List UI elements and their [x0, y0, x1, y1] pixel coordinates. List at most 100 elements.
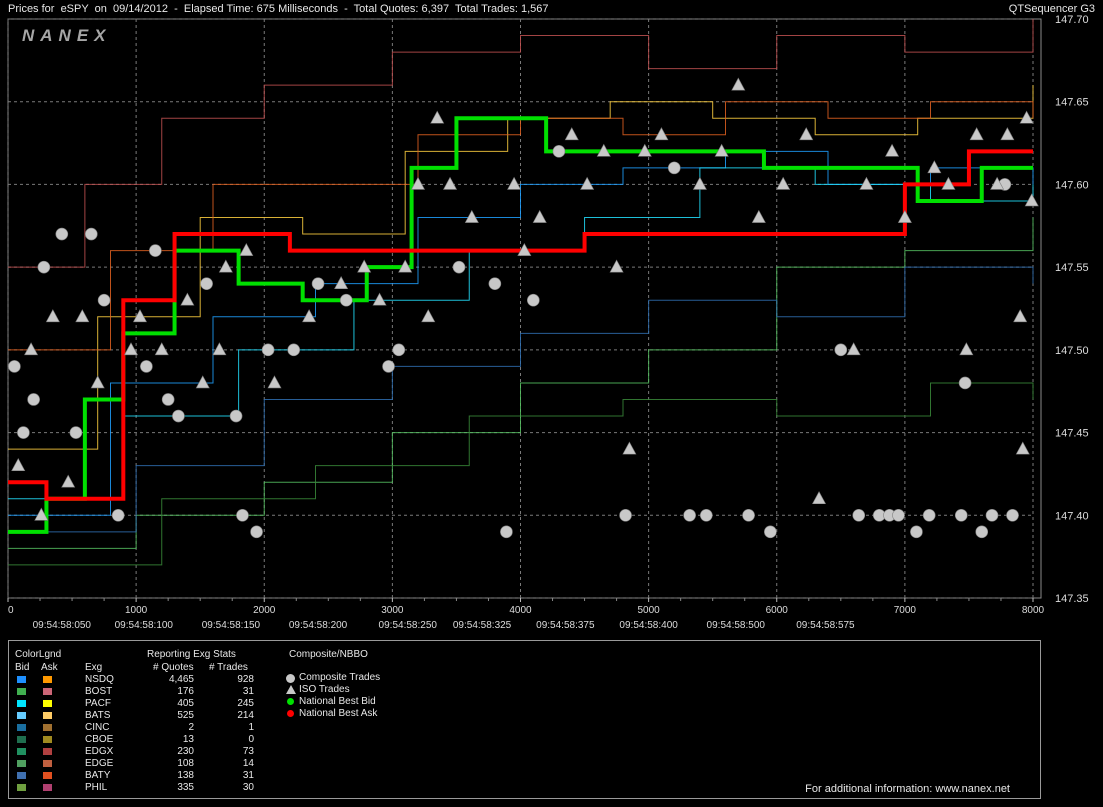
- composite-trade-point-33: [764, 525, 777, 539]
- ask-color-swatch: [43, 736, 52, 743]
- composite-trade-point-26: [527, 293, 540, 307]
- exchange-name: CBOE: [85, 734, 114, 745]
- composite-trade-point-8: [111, 508, 125, 522]
- footer-info: For additional information: www.nanex.ne…: [805, 783, 1010, 795]
- exg-header: Exg: [85, 662, 103, 673]
- exchange-name: EDGE: [85, 758, 114, 769]
- exchange-name: BATS: [85, 710, 111, 721]
- bid-color-swatch: [17, 748, 26, 755]
- x-tick-label-4: 4000: [509, 605, 532, 616]
- exchange-quotes: 525: [177, 710, 194, 721]
- legend-national-best-ask: National Best Ask: [299, 708, 378, 719]
- composite-trade-point-2: [27, 393, 40, 406]
- bid-color-swatch: [17, 784, 26, 791]
- composite-trade-point-15: [236, 508, 249, 522]
- exchange-trades: 928: [237, 674, 254, 685]
- composite-trade-point-5: [69, 426, 83, 439]
- x-tick-label-1: 1000: [125, 605, 148, 616]
- composite-trade-point-18: [287, 343, 301, 357]
- composite-trade-point-29: [667, 161, 681, 175]
- bid-color-swatch: [17, 676, 26, 683]
- exchange-trades: 14: [242, 758, 254, 769]
- quotes-header: # Quotes: [153, 662, 194, 673]
- bid-color-swatch: [17, 724, 26, 731]
- time-label-1: 09:54:58:100: [115, 620, 174, 631]
- composite-trade-point-12: [172, 409, 185, 423]
- composite-trade-point-42: [958, 376, 972, 390]
- exchange-trades: 245: [237, 698, 254, 709]
- exchange-trades: 31: [242, 770, 254, 781]
- time-label-6: 09:54:58:375: [536, 620, 595, 631]
- exchange-name: EDGX: [85, 746, 114, 757]
- ask-color-swatch: [43, 676, 52, 683]
- ask-color-swatch: [43, 700, 52, 707]
- ask-color-swatch: [43, 760, 52, 767]
- composite-trade-point-32: [742, 508, 755, 522]
- composite-trade-circle-icon: [286, 674, 295, 683]
- stats-title: Reporting Exg Stats: [147, 649, 236, 660]
- app-name: QTSequencer G3: [1008, 3, 1095, 15]
- exchange-name: NSDQ: [85, 674, 114, 685]
- y-tick-label-4: 147.55: [1055, 262, 1089, 274]
- chart-title: Prices for eSPY on 09/14/2012 - Elapsed …: [8, 3, 549, 15]
- composite-trade-point-43: [975, 525, 989, 539]
- composite-trade-point-39: [910, 525, 923, 539]
- composite-trade-point-28: [619, 508, 632, 522]
- color-legend-title: ColorLgnd: [15, 649, 62, 660]
- time-label-5: 09:54:58:325: [453, 620, 512, 631]
- bid-color-swatch: [17, 736, 26, 743]
- composite-trade-point-10: [149, 244, 162, 257]
- nanex-watermark: NANEX: [22, 26, 112, 45]
- composite-trade-point-35: [852, 508, 866, 522]
- x-tick-label-2: 2000: [253, 605, 276, 616]
- exchange-name: BOST: [85, 686, 113, 697]
- ask-color-swatch: [43, 688, 52, 695]
- composite-trade-point-4: [55, 227, 69, 241]
- y-axis: 147.35 147.40 147.45 147.50 147.55 147.60 147.…: [1055, 14, 1089, 605]
- composite-trade-point-13: [200, 277, 213, 290]
- x-tick-label-6: 6000: [766, 605, 789, 616]
- bid-color-swatch: [17, 688, 26, 695]
- composite-trade-point-23: [452, 260, 466, 274]
- x-tick-label-0: 0: [8, 605, 14, 616]
- y-tick-label-3: 147.50: [1055, 345, 1089, 357]
- composite-trade-point-34: [834, 343, 848, 357]
- title-bar: Prices for eSPY on 09/14/2012 - Elapsed …: [0, 0, 1103, 18]
- composite-trade-point-46: [1006, 508, 1019, 522]
- composite-trade-point-44: [985, 508, 999, 522]
- ask-color-swatch: [43, 748, 52, 755]
- composite-trade-point-40: [922, 508, 936, 522]
- composite-trade-point-11: [161, 393, 175, 406]
- time-label-3: 09:54:58:200: [289, 620, 348, 631]
- ask-header: Ask: [41, 662, 58, 673]
- composite-trade-point-24: [488, 277, 502, 290]
- exchange-quotes: 13: [182, 734, 194, 745]
- exchange-quotes: 230: [177, 746, 194, 757]
- composite-trade-point-25: [500, 525, 513, 539]
- bid-color-swatch: [17, 760, 26, 767]
- exchange-name: CINC: [85, 722, 110, 733]
- composite-trade-point-22: [392, 343, 406, 357]
- y-tick-label-6: 147.65: [1055, 97, 1089, 109]
- composite-trade-point-3: [37, 260, 51, 274]
- composite-title: Composite/NBBO: [289, 649, 368, 660]
- exchange-quotes: 138: [177, 770, 194, 781]
- composite-trade-point-21: [382, 360, 395, 373]
- legend-panel: ColorLgnd Bid Ask Exg Reporting Exg Stat…: [8, 640, 1041, 799]
- ask-color-swatch: [43, 772, 52, 779]
- legend-iso-trades: ISO Trades: [299, 684, 350, 695]
- legend-composite-trades: Composite Trades: [299, 672, 381, 683]
- bid-color-swatch: [17, 712, 26, 719]
- y-tick-label-1: 147.40: [1055, 510, 1089, 522]
- trades-header: # Trades: [209, 662, 248, 673]
- exchange-trades: 1: [248, 722, 254, 733]
- ask-color-swatch: [43, 784, 52, 791]
- iso-trade-triangle-icon: [286, 685, 296, 694]
- composite-trade-point-41: [954, 508, 968, 522]
- time-label-8: 09:54:58:500: [707, 620, 766, 631]
- exchange-name: PHIL: [85, 782, 108, 793]
- composite-trade-point-38: [892, 508, 905, 522]
- time-label-9: 09:54:58:575: [796, 620, 855, 631]
- time-label-2: 09:54:58:150: [202, 620, 261, 631]
- exchange-quotes: 4,465: [168, 674, 194, 685]
